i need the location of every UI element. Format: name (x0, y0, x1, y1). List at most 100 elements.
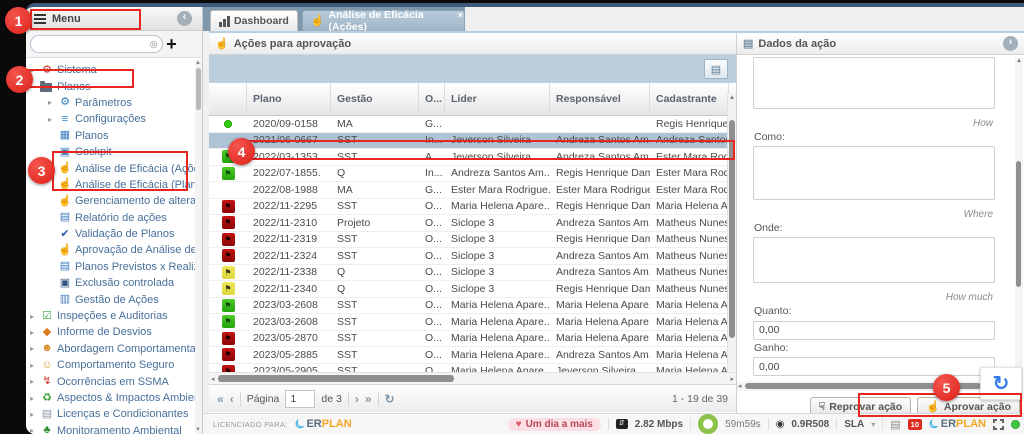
sidebar-item[interactable]: ▤Planos Previstos x Realizados (26, 259, 195, 275)
separator (882, 418, 883, 430)
como-textarea[interactable] (753, 146, 995, 200)
search-input[interactable] (30, 35, 163, 53)
quanto-input[interactable] (753, 321, 995, 340)
table-row[interactable]: ⚑2023/05-2885SSTO...Maria Helena Apare..… (209, 347, 736, 364)
table-row[interactable]: ⚑2022/07-1855.QIn...Andreza Santos Am...… (209, 166, 736, 183)
um-dia-a-mais-chip[interactable]: ♥ Um dia a mais (508, 418, 601, 431)
scroll-left-icon[interactable]: ◂ (738, 382, 742, 390)
table-row[interactable]: ⚑2022/11-2319SSTO...Siclope 3Regis Henri… (209, 232, 736, 249)
onde-textarea[interactable] (753, 237, 995, 283)
table-row[interactable]: ⚑2022/11-2340QO...Siclope 3Regis Henriqu… (209, 281, 736, 298)
scroll-up-icon[interactable]: ▲ (729, 95, 735, 101)
add-button[interactable]: + (166, 37, 177, 51)
ganho-input[interactable] (753, 357, 995, 376)
expand-arrow-icon[interactable]: ▸ (30, 344, 40, 353)
sidebar-item[interactable]: ▸↯Ocorrências em SSMA (26, 373, 195, 389)
grid-horizontal-scrollbar[interactable]: ◂ ▸ (209, 372, 736, 384)
scroll-left-icon[interactable]: ◂ (211, 375, 215, 383)
scrollbar-thumb[interactable] (1016, 161, 1021, 287)
annotation-box-3 (52, 151, 188, 191)
sidebar-item[interactable]: ▸⚙Parâmetros (26, 95, 195, 111)
sidebar-item[interactable]: ▥Gestão de Ações (26, 291, 195, 307)
column-header-status[interactable] (209, 83, 247, 115)
table-row[interactable]: 2020/09-0158MAG...Regis Henrique Dar (209, 116, 736, 133)
sidebar-item[interactable]: ▸≡Configurações (26, 111, 195, 127)
thumbs-up-icon: ☝ (58, 245, 72, 256)
cell-cad: Maria Helena Apare (650, 349, 729, 361)
sidebar-item[interactable]: ▣Exclusão controlada (26, 275, 195, 291)
column-header-cadastrante[interactable]: Cadastrante (650, 83, 729, 115)
cell-cad: Maria Helena Apare (650, 200, 729, 212)
sidebar-item[interactable]: ✔Validação de Planos (26, 226, 195, 242)
expand-arrow-icon[interactable]: ▸ (48, 98, 58, 107)
grid-columns-button[interactable]: ▤ (704, 59, 728, 79)
sidebar-item[interactable]: ▸☺Comportamento Seguro (26, 357, 195, 373)
sidebar-item[interactable]: ☝Gerenciamento de alteração (26, 193, 195, 209)
sidebar-item[interactable]: ☝Aprovação de Análise de Ris (26, 242, 195, 258)
what-textarea[interactable] (753, 57, 995, 109)
expand-arrow-icon[interactable]: ▸ (30, 394, 40, 403)
sidebar-item-label: Comportamento Seguro (57, 359, 174, 371)
column-header-plano[interactable]: Plano (247, 83, 331, 115)
cell-plano: 2022/11-2340 (247, 283, 331, 295)
page-number-input[interactable] (285, 390, 315, 408)
scrollbar-thumb[interactable] (218, 375, 454, 382)
scroll-up-icon[interactable]: ▲ (195, 60, 201, 66)
tab-close-icon[interactable]: × (456, 10, 465, 20)
expand-arrow-icon[interactable]: ▸ (30, 410, 40, 419)
expand-arrow-icon[interactable]: ▸ (30, 377, 40, 386)
table-row[interactable]: ⚑2023/03-2608SSTO...Maria Helena Apare..… (209, 298, 736, 315)
refresh-button[interactable]: ↻ (385, 392, 395, 406)
cell-o: O... (419, 266, 445, 278)
sidebar-item[interactable]: ▸☑Inspeções e Auditorias (26, 308, 195, 324)
sla-button[interactable]: SLA (844, 419, 864, 430)
expand-arrow-icon[interactable]: ▸ (30, 312, 40, 321)
next-page-button[interactable]: › (355, 392, 359, 406)
scroll-right-icon[interactable]: ▸ (730, 375, 734, 383)
table-row[interactable]: ⚑2022/11-2295SSTO...Maria Helena Apare..… (209, 199, 736, 216)
chevron-down-icon[interactable]: ▾ (871, 420, 875, 429)
collapse-panel-button[interactable]: › (1003, 36, 1018, 51)
expand-arrow-icon[interactable]: ▸ (30, 328, 40, 337)
expand-arrow-icon[interactable]: ▸ (30, 361, 40, 370)
status-cell: ⚑ (209, 282, 247, 295)
panel-vertical-scrollbar[interactable]: ▲ (1015, 57, 1023, 397)
previous-page-button[interactable]: ‹ (230, 392, 234, 406)
grid-vertical-scrollbar[interactable]: ▲ ▼ (727, 94, 736, 383)
fullscreen-icon[interactable] (993, 419, 1004, 430)
sidebar-item[interactable]: ▸◆Informe de Desvios (26, 324, 195, 340)
scroll-down-icon[interactable]: ▼ (195, 427, 201, 433)
sidebar-item[interactable]: ▤Relatório de ações (26, 210, 195, 226)
document-icon[interactable]: ▤ (890, 418, 900, 431)
tab-dashboard[interactable]: Dashboard (210, 10, 298, 31)
table-row[interactable]: ⚑2023/03-2608SSTO...Maria Helena Apare..… (209, 314, 736, 331)
expand-arrow-icon[interactable]: ▸ (30, 426, 40, 434)
collapse-sidebar-button[interactable]: ‹ (177, 11, 192, 26)
column-header-lider[interactable]: Líder (445, 83, 550, 115)
last-page-button[interactable]: » (365, 392, 372, 406)
sidebar-item[interactable]: ▸♻Aspectos & Impactos Ambientais (26, 390, 195, 406)
sidebar-item[interactable]: ▸♣Monitoramento Ambiental (26, 423, 195, 434)
sidebar-scrollbar[interactable]: ▲ ▼ (195, 60, 202, 434)
expand-arrow-icon[interactable]: ▸ (48, 115, 58, 124)
sidebar-item[interactable]: ▦Planos (26, 128, 195, 144)
sidebar-item[interactable]: ▸▤Licenças e Condicionantes (26, 406, 195, 422)
tab-analise-eficacia-acoes[interactable]: ☝ Análise de Eficácia (Ações) × (302, 10, 465, 31)
clear-search-icon[interactable]: ⊗ (149, 38, 158, 51)
column-header-responsavel[interactable]: Responsável (550, 83, 650, 115)
table-row[interactable]: ⚑2022/11-2338QO...Siclope 3Andreza Santo… (209, 265, 736, 282)
scroll-up-icon[interactable]: ▲ (1016, 58, 1022, 64)
table-row[interactable]: 2022/08-1988MAG...Ester Mara Rodrigue...… (209, 182, 736, 199)
annotation-circle-3: 3 (28, 157, 55, 184)
table-row[interactable]: ⚑2023/05-2905SSTO...Maria Helena Apare..… (209, 364, 736, 373)
grid-toolbar: ▤ (209, 55, 736, 83)
table-row[interactable]: ⚑2022/11-2324SSTO...Siclope 3Andreza San… (209, 248, 736, 265)
panel-horizontal-scrollbar[interactable]: ◂ (737, 381, 1014, 391)
table-row[interactable]: ⚑2023/05-2870SSTO...Maria Helena Apare..… (209, 331, 736, 348)
column-header-o[interactable]: O... (419, 83, 445, 115)
table-row[interactable]: ⚑2022/11-2310ProjetoO...Siclope 3Andreza… (209, 215, 736, 232)
column-header-gestao[interactable]: Gestão (331, 83, 419, 115)
first-page-button[interactable]: « (217, 392, 224, 406)
sidebar-item[interactable]: ▸☻Abordagem Comportamental (26, 341, 195, 357)
scrollbar-thumb[interactable] (196, 68, 201, 110)
